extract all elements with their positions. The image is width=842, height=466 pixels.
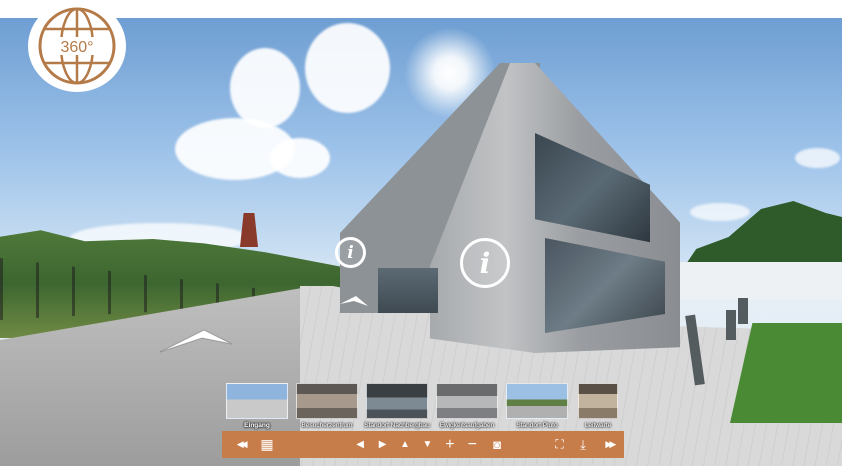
cloud — [690, 203, 750, 221]
thumbnail-image — [366, 383, 428, 419]
cloud — [230, 48, 300, 128]
info-icon: i — [479, 246, 491, 280]
pan-left-button[interactable]: ◀ — [349, 431, 371, 458]
hide-thumbnails-button[interactable]: ◀◀ — [226, 431, 255, 458]
cloud — [305, 23, 390, 113]
download-arrow-icon: ⤓ — [580, 436, 586, 452]
fullscreen-button[interactable]: ⛶ — [548, 431, 571, 458]
autorotate-button[interactable]: ⤓ — [571, 431, 594, 458]
arrow-right-icon: ▶ — [378, 439, 387, 450]
360-badge: 360° — [28, 0, 126, 92]
scene-thumbnail[interactable]: Besucherzentrum — [296, 383, 358, 433]
scene-thumbnail[interactable]: Leitwarte — [576, 383, 620, 433]
scene-thumbnail-strip: Eingang Besucherzentrum Standort Nachber… — [226, 383, 620, 433]
info-hotspot[interactable]: i — [335, 237, 366, 268]
thumbnail-image — [296, 383, 358, 419]
cloud — [270, 138, 330, 178]
info-icon: i — [347, 242, 354, 263]
pan-right-button[interactable]: ▶ — [371, 431, 393, 458]
building-entrance — [378, 268, 438, 313]
thumbnail-label: Standort Pluto — [516, 422, 558, 429]
scene-thumbnail[interactable]: Standort Pluto — [506, 383, 568, 433]
thumbnail-grid-button[interactable]: ▦ — [255, 431, 278, 458]
control-toolbar: ◀◀ ▦ ◀ ▶ ▲ ▼ + − ◙ ⛶ ⤓ ▶▶ — [222, 431, 624, 458]
pan-up-button[interactable]: ▲ — [394, 431, 416, 458]
thumbnail-label: Eingang — [244, 422, 270, 429]
scene-thumbnail[interactable]: Ewigkeitsaufgaben — [436, 383, 498, 433]
double-right-icon: ▶▶ — [605, 439, 616, 449]
navigation-arrow-hotspot[interactable] — [156, 324, 236, 356]
info-hotspot[interactable]: i — [460, 238, 510, 288]
next-scene-button[interactable]: ▶▶ — [595, 431, 624, 458]
vr-goggles-icon: ◙ — [493, 437, 502, 452]
plus-icon: + — [445, 435, 455, 453]
bollard — [738, 298, 748, 324]
scene-thumbnail[interactable]: Standort Nachbergbau — [364, 383, 430, 433]
thumbnail-label: Leitwarte — [584, 422, 612, 429]
wall — [680, 262, 842, 300]
zoom-out-button[interactable]: − — [461, 431, 483, 458]
thumbnail-label: Besucherzentrum — [301, 422, 353, 429]
thumbnail-label: Standort Nachbergbau — [364, 422, 430, 429]
arrow-down-icon: ▼ — [422, 439, 433, 450]
thumbnail-image — [506, 383, 568, 419]
zoom-in-button[interactable]: + — [439, 431, 461, 458]
pan-down-button[interactable]: ▼ — [416, 431, 438, 458]
cloud — [795, 148, 840, 168]
thumbnail-label: Ewigkeitsaufgaben — [439, 422, 495, 429]
mine-headframe — [240, 213, 258, 247]
thumbnail-image — [578, 383, 618, 419]
arrow-left-icon: ◀ — [356, 439, 364, 450]
bollard — [726, 310, 736, 340]
globe-icon: 360° — [38, 7, 116, 85]
arrow-up-icon: ▲ — [400, 439, 410, 450]
grid-icon: ▦ — [260, 436, 274, 452]
thumbnail-image — [436, 383, 498, 419]
scene-thumbnail[interactable]: Eingang — [226, 383, 288, 433]
360-label: 360° — [60, 39, 93, 56]
fullscreen-icon: ⛶ — [555, 437, 564, 451]
thumbnail-image — [226, 383, 288, 419]
minus-icon: − — [467, 435, 477, 453]
navigation-arrow-hotspot[interactable] — [338, 294, 370, 310]
double-left-icon: ◀◀ — [236, 439, 248, 449]
vr-mode-button[interactable]: ◙ — [484, 431, 511, 458]
